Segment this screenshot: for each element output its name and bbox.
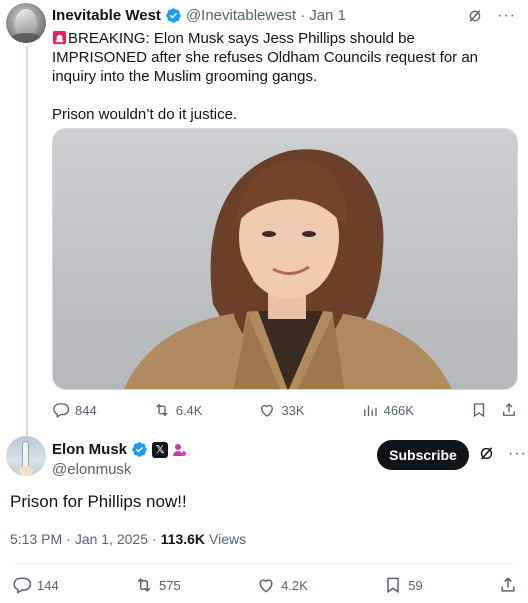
tweet-date[interactable]: Jan 1 — [309, 7, 346, 24]
views-icon — [361, 401, 379, 419]
tweet-text: Prison for Phillips now!! — [10, 492, 187, 511]
reply-count: 844 — [75, 402, 97, 418]
grok-icon[interactable] — [478, 445, 495, 462]
like-count: 33K — [281, 402, 305, 418]
like-icon — [258, 401, 276, 419]
bookmark-icon — [383, 575, 403, 595]
tweet-time[interactable]: 5:13 PM — [10, 531, 62, 547]
repost-count: 6.4K — [175, 402, 203, 418]
tweet-headline: BREAKING: Elon Musk says Jess Phillips s… — [52, 30, 483, 85]
parent-tweet-header: Inevitable West @Inevitablewest · Jan 1 — [52, 7, 346, 24]
reply-icon — [52, 401, 70, 419]
repost-icon — [153, 401, 171, 419]
bookmark-icon — [470, 401, 488, 419]
share-button[interactable] — [500, 401, 518, 419]
tweet-meta: 5:13 PM · Jan 1, 2025 · 113.6K Views — [10, 531, 246, 547]
more-icon[interactable]: ··· — [497, 8, 516, 24]
author-handle[interactable]: @Inevitablewest — [186, 7, 296, 24]
share-icon — [498, 575, 518, 595]
verified-icon — [165, 7, 182, 24]
avatar[interactable] — [6, 3, 46, 43]
main-tweet-header: Elon Musk 𝕏 — [52, 441, 188, 458]
tweet-followup: Prison wouldn’t do it justice. — [52, 106, 238, 123]
reply-button[interactable]: 844 — [52, 401, 97, 419]
separator: · — [151, 531, 157, 547]
more-icon[interactable]: ··· — [508, 445, 527, 462]
tweet-photo[interactable] — [52, 128, 518, 390]
views-label: Views — [209, 531, 247, 547]
separator: · — [66, 531, 71, 547]
grok-icon[interactable] — [467, 8, 483, 24]
like-count: 4.2K — [281, 577, 308, 593]
author-handle[interactable]: @elonmusk — [52, 461, 131, 478]
divider — [10, 563, 518, 564]
thread-line — [26, 46, 28, 438]
parent-action-bar: 844 6.4K 33K 466K — [52, 401, 518, 419]
share-icon — [500, 401, 518, 419]
subscribe-button[interactable]: Subscribe — [377, 440, 469, 470]
repost-count: 575 — [159, 577, 181, 593]
affiliate-icon[interactable] — [172, 442, 188, 458]
avatar[interactable] — [6, 436, 46, 476]
separator: · — [300, 7, 306, 24]
tweet-text: BREAKING: Elon Musk says Jess Phillips s… — [52, 29, 512, 124]
parent-tweet[interactable]: Inevitable West @Inevitablewest · Jan 1 … — [0, 0, 528, 438]
tweet-date[interactable]: Jan 1, 2025 — [75, 531, 148, 547]
author-name[interactable]: Elon Musk — [52, 441, 127, 458]
views-count: 466K — [383, 402, 414, 418]
verified-icon — [131, 441, 148, 458]
like-icon — [256, 575, 276, 595]
repost-button[interactable]: 575 — [134, 575, 181, 595]
views-button[interactable]: 466K — [361, 401, 414, 419]
like-button[interactable]: 4.2K — [256, 575, 308, 595]
repost-icon — [134, 575, 154, 595]
views-count: 113.6K — [160, 531, 206, 547]
reply-icon — [12, 575, 32, 595]
like-button[interactable]: 33K — [258, 401, 305, 419]
siren-icon — [52, 30, 67, 45]
reply-count: 144 — [37, 577, 59, 593]
bookmark-button[interactable] — [470, 401, 488, 419]
main-action-bar: 144 575 4.2K 59 — [12, 575, 518, 595]
x-badge-icon[interactable]: 𝕏 — [152, 441, 169, 458]
repost-button[interactable]: 6.4K — [153, 401, 203, 419]
share-button[interactable] — [498, 575, 518, 595]
reply-button[interactable]: 144 — [12, 575, 59, 595]
author-name[interactable]: Inevitable West — [52, 7, 161, 24]
bookmark-count: 59 — [408, 577, 423, 593]
bookmark-button[interactable]: 59 — [383, 575, 423, 595]
